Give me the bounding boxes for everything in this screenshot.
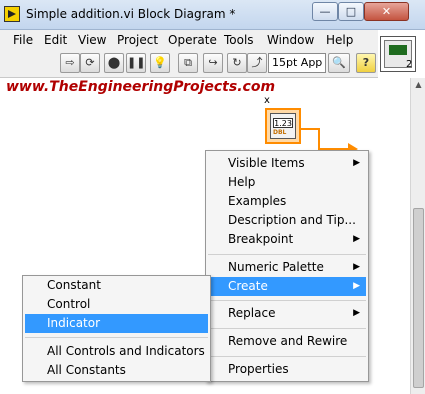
menu-item-label: Examples	[228, 194, 287, 208]
menu-separator	[208, 328, 366, 329]
menu-item-remove-and-rewire[interactable]: Remove and Rewire	[208, 332, 366, 351]
text-settings-dropdown[interactable]: 15pt App	[268, 53, 326, 73]
submenu-arrow-icon: ▶	[353, 308, 360, 318]
connector-number: 2	[406, 59, 413, 70]
menu-item-label: Replace	[228, 306, 276, 320]
menu-separator	[208, 254, 366, 255]
menu-item-label: Help	[228, 175, 256, 189]
menu-separator	[25, 337, 208, 338]
close-button[interactable]: ✕	[364, 2, 409, 21]
terminal-label[interactable]: x	[264, 95, 270, 106]
submenu-arrow-icon: ▶	[353, 158, 360, 168]
menu-item-numeric-palette[interactable]: Numeric Palette ▶	[208, 258, 366, 277]
menu-edit[interactable]: Edit	[44, 33, 67, 47]
title-bar[interactable]: Simple addition.vi Block Diagram * — □ ✕	[0, 0, 425, 30]
menu-project[interactable]: Project	[117, 33, 158, 47]
menu-item-label: Control	[47, 297, 91, 311]
menu-item-constant[interactable]: Constant	[25, 276, 208, 295]
step-into-icon[interactable]: ↪	[203, 53, 223, 73]
menu-bar: File Edit View Project Operate Tools Win…	[0, 30, 378, 50]
menu-item-label: Create	[228, 279, 268, 293]
menu-item-label: All Constants	[47, 363, 126, 377]
step-over-icon[interactable]: ↻	[227, 53, 247, 73]
run-arrow-icon[interactable]: ⇨	[60, 53, 80, 73]
highlight-execution-icon[interactable]: 💡	[150, 53, 170, 73]
menu-item-all-controls-and-indicators[interactable]: All Controls and Indicators	[25, 342, 208, 361]
menu-item-breakpoint[interactable]: Breakpoint ▶	[208, 230, 366, 249]
menu-item-visible-items[interactable]: Visible Items ▶	[208, 154, 366, 173]
toolbar: ⇨ ⟳ ⬤ ❚❚ 💡 ⧉ ↪ ↻ ⤴ 15pt App 🔍 ?	[0, 50, 378, 78]
menu-item-properties[interactable]: Properties	[208, 360, 366, 379]
labview-app-icon	[4, 6, 20, 22]
menu-item-label: Constant	[47, 278, 101, 292]
vertical-scrollbar[interactable]: ▲	[410, 78, 425, 394]
submenu-arrow-icon: ▶	[353, 281, 360, 291]
retain-wire-values-icon[interactable]: ⧉	[178, 53, 198, 73]
menu-tools[interactable]: Tools	[224, 33, 254, 47]
menu-item-label: Numeric Palette	[228, 260, 324, 274]
shortcut-menu: Visible Items ▶ Help Examples Description an…	[205, 150, 369, 382]
maximize-button[interactable]: □	[338, 2, 364, 21]
menu-item-examples[interactable]: Examples	[208, 192, 366, 211]
website-watermark: www.TheEngineeringProjects.com	[6, 79, 276, 95]
search-icon[interactable]: 🔍	[328, 53, 350, 73]
menu-item-control[interactable]: Control	[25, 295, 208, 314]
menu-view[interactable]: View	[78, 33, 106, 47]
create-submenu: Constant Control Indicator All Controls and…	[22, 275, 211, 382]
menu-item-label: Properties	[228, 362, 289, 376]
window-title: Simple addition.vi Block Diagram *	[26, 7, 236, 21]
vi-icon-connector-pane[interactable]: 2	[380, 36, 416, 72]
run-continuous-icon[interactable]: ⟳	[80, 53, 100, 73]
menu-help[interactable]: Help	[326, 33, 353, 47]
terminal-value: 1.23	[273, 118, 293, 128]
menu-item-label: Indicator	[47, 316, 101, 330]
menu-item-label: Breakpoint	[228, 232, 294, 246]
pause-icon[interactable]: ❚❚	[126, 53, 146, 73]
step-out-icon[interactable]: ⤴	[247, 53, 267, 73]
menu-separator	[208, 300, 366, 301]
menu-item-replace[interactable]: Replace ▶	[208, 304, 366, 323]
menu-operate[interactable]: Operate	[168, 33, 217, 47]
context-help-icon[interactable]: ?	[356, 53, 376, 73]
numeric-control-terminal[interactable]: 1.23 DBL	[265, 108, 301, 144]
wire[interactable]	[318, 128, 320, 150]
menu-item-label: Visible Items	[228, 156, 305, 170]
abort-icon[interactable]: ⬤	[104, 53, 124, 73]
menu-window[interactable]: Window	[267, 33, 314, 47]
menu-separator	[208, 356, 366, 357]
menu-item-all-constants[interactable]: All Constants	[25, 361, 208, 380]
menu-file[interactable]: File	[13, 33, 33, 47]
submenu-arrow-icon: ▶	[353, 234, 360, 244]
menu-item-label: Description and Tip...	[228, 213, 356, 227]
submenu-arrow-icon: ▶	[353, 262, 360, 272]
menu-item-create[interactable]: Create ▶	[208, 277, 366, 296]
scroll-up-arrow-icon[interactable]: ▲	[413, 80, 424, 92]
menu-item-indicator[interactable]: Indicator	[25, 314, 208, 333]
menu-item-description-and-tip[interactable]: Description and Tip...	[208, 211, 366, 230]
menu-item-label: All Controls and Indicators	[47, 344, 205, 358]
scrollbar-thumb[interactable]	[413, 208, 424, 388]
minimize-button[interactable]: —	[312, 2, 338, 21]
terminal-datatype: DBL	[273, 129, 287, 136]
wire[interactable]	[301, 128, 319, 130]
menu-item-label: Remove and Rewire	[228, 334, 348, 348]
menu-item-help[interactable]: Help	[208, 173, 366, 192]
numeric-terminal-icon: 1.23 DBL	[270, 113, 296, 139]
